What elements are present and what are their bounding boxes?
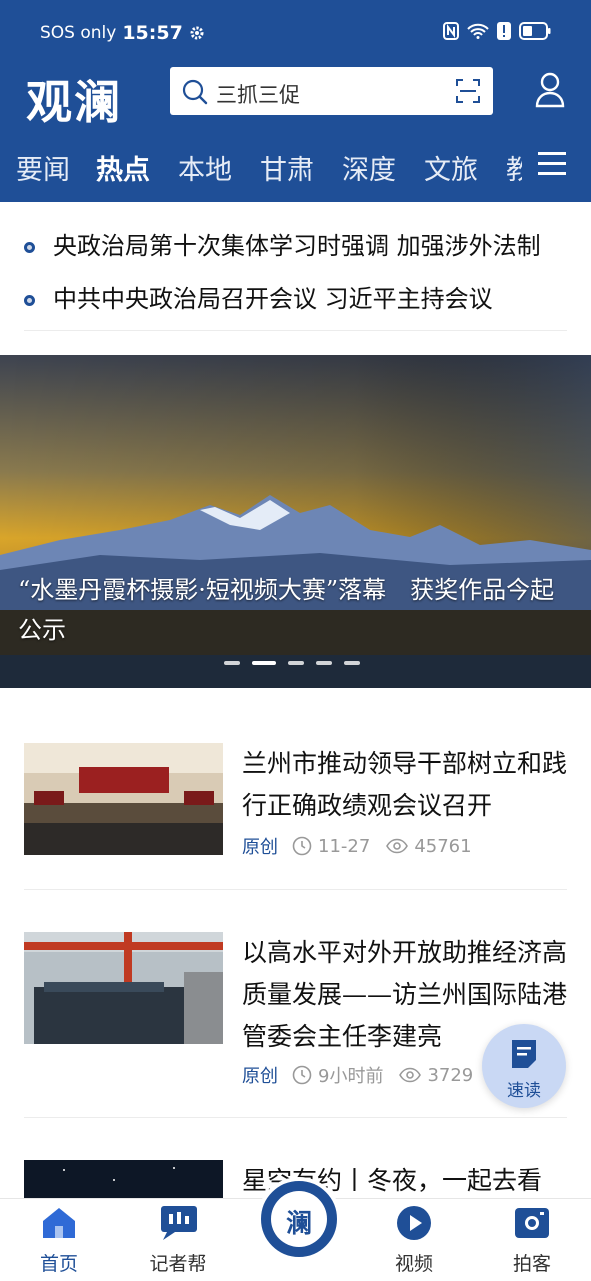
status-time: 15:57 [122,22,183,44]
status-left: SOS only 15:57 [40,22,205,44]
nav-home-label: 首页 [39,1253,78,1275]
carousel-indicator [224,661,360,665]
play-icon [397,1206,431,1240]
nav-home[interactable]: 首页 [9,1199,109,1281]
carousel-dot[interactable] [288,661,304,665]
nfc-icon [443,22,459,40]
carousel-dot-active[interactable] [252,661,276,665]
nav-reporter[interactable]: 记者帮 [128,1199,228,1281]
tab-yaowen[interactable]: 要闻 [16,148,70,187]
center-lan-button[interactable]: 澜 [257,1177,341,1261]
nav-video-label: 视频 [394,1253,433,1275]
article-views: 45761 [414,835,472,857]
clock-icon [292,1065,312,1085]
bullet-dot-icon [24,294,35,306]
article-meta: 原创 11-27 45761 [242,833,472,859]
nav-photographer[interactable]: 拍客 [482,1199,582,1281]
article-tag: 原创 [242,837,278,858]
tab-shendu[interactable]: 深度 [342,148,396,187]
app-header: SOS only 15:57 观澜 三抓三促 要闻 热点 本地 甘肃 深度 文旅… [0,0,591,202]
nav-reporter-label: 记者帮 [149,1253,207,1275]
nav-photographer-label: 拍客 [512,1253,551,1275]
carousel-dot[interactable] [344,661,360,665]
article-time: 11-27 [318,835,371,857]
user-profile-icon[interactable] [534,72,566,108]
search-bar[interactable]: 三抓三促 [170,67,493,115]
menu-icon[interactable] [538,151,568,177]
home-icon [43,1208,75,1238]
article-tag: 原创 [242,1066,278,1087]
category-tabs: 要闻 热点 本地 甘肃 深度 文旅 教 [0,140,591,190]
search-icon [182,79,208,105]
eye-icon [386,838,409,854]
article-thumbnail [24,932,223,1044]
article-item[interactable]: 兰州市推动领导干部树立和践行正确政绩观会议召开 原创 11-27 45761 [24,743,567,883]
status-right [443,22,551,40]
reporter-chat-icon [161,1206,197,1240]
app-logo: 观澜 [26,75,122,129]
camera-icon [515,1208,549,1238]
sos-text: SOS only [40,23,117,43]
article-thumbnail [24,1160,223,1200]
divider [24,889,567,890]
nav-video[interactable]: 视频 [364,1199,464,1281]
search-text: 三抓三促 [216,83,300,107]
ticker-item[interactable]: 中共中央政治局召开会议 习近平主持会议 [24,279,569,319]
article-title: 兰州市推动领导干部树立和践行正确政绩观会议召开 [242,749,568,820]
lan-center-char: 澜 [285,1209,312,1239]
article-thumbnail [24,743,223,855]
clock-icon [292,836,312,856]
battery-icon [519,22,551,40]
ticker-text: 央政治局第十次集体学习时强调 加强涉外法制 [53,232,541,260]
article-views: 3729 [427,1064,474,1086]
speed-read-label: 速读 [507,1081,541,1101]
bullet-dot-icon [24,241,35,253]
tab-bendi[interactable]: 本地 [178,148,232,187]
divider [24,1117,567,1118]
scan-icon[interactable] [455,78,481,104]
eye-icon [399,1067,422,1083]
ticker-text: 中共中央政治局召开会议 习近平主持会议 [53,285,493,313]
wifi-icon [467,23,489,39]
headline-ticker: 央政治局第十次集体学习时强调 加强涉外法制 中共中央政治局召开会议 习近平主持会… [0,202,591,332]
tab-jiao[interactable]: 教 [506,148,522,187]
carousel-dot[interactable] [224,661,240,665]
article-meta: 原创 9小时前 3729 [242,1062,473,1088]
tab-gansu[interactable]: 甘肃 [260,148,314,187]
article-time: 9小时前 [318,1066,384,1087]
settings-gear-icon [190,26,204,40]
document-icon [512,1040,536,1068]
tab-wenlv[interactable]: 文旅 [424,148,478,187]
banner-caption: “水墨丹霞杯摄影·短视频大赛”落幕 获奖作品今起公示 [18,576,555,644]
tab-redian[interactable]: 热点 [96,148,150,187]
ticker-item[interactable]: 央政治局第十次集体学习时强调 加强涉外法制 [24,226,569,266]
speed-read-button[interactable]: 速读 [482,1024,566,1108]
carousel-dot[interactable] [316,661,332,665]
status-bar: SOS only 15:57 [0,0,591,60]
alert-icon [497,22,511,40]
divider [24,330,567,331]
